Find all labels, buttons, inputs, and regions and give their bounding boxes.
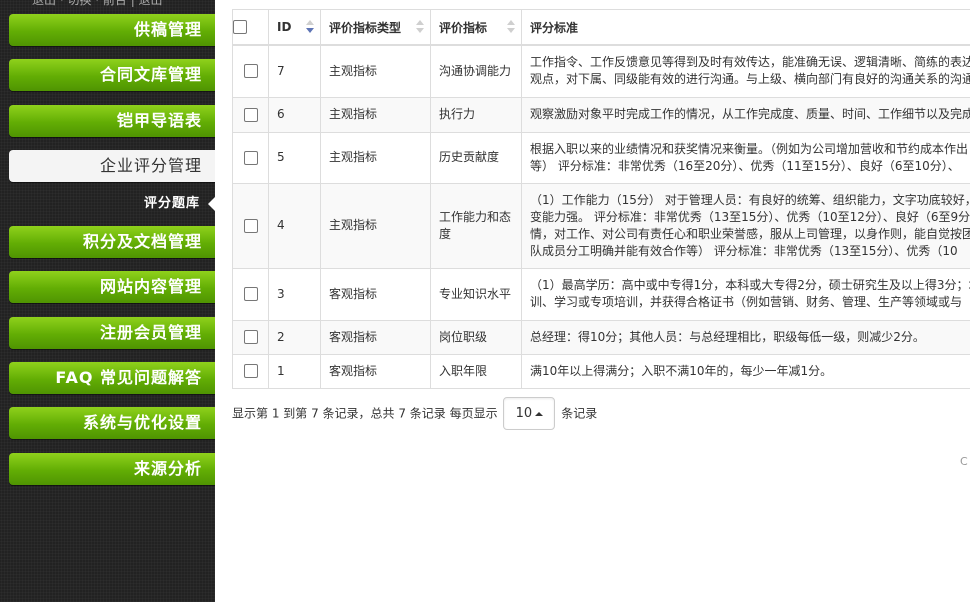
cell-indicator: 历史贡献度	[430, 131, 522, 184]
top-links[interactable]: 退出 · 切换 · 前台 | 退出	[32, 0, 163, 8]
page-size-value: 10	[515, 406, 533, 421]
pagination-suffix: 条记录	[561, 406, 598, 421]
nav-item-system-settings[interactable]: 系统与优化设置	[9, 407, 215, 439]
cell-type: 客观指标	[320, 267, 431, 321]
criteria-text: 总经理：得10分；其他人员：与总经理相比，职级每低一级，则减少2分。	[530, 329, 925, 344]
criteria-text: 根据入职以来的业绩情况和获奖情况来衡量。（例如为公司增加营收和节约成本作出等） …	[530, 141, 969, 173]
main-content: ID 评价指标类型 评价指标 评分标准 7 主观指标 沟通协调能力 工作指令、工…	[232, 0, 970, 602]
column-header-id-label: ID	[277, 20, 292, 34]
row-checkbox[interactable]	[243, 287, 258, 301]
cell-criteria: （1）最高学历：高中或中专得1分，本科或大专得2分，硕士研究生及以上得3分；培训…	[521, 267, 970, 321]
table-row[interactable]: 3 客观指标 专业知识水平 （1）最高学历：高中或中专得1分，本科或大专得2分，…	[232, 267, 970, 321]
active-pointer-icon	[208, 197, 215, 211]
select-all-checkbox[interactable]	[233, 20, 247, 35]
pagination-info: 显示第 1 到第 7 条记录，总共 7 条记录 每页显示 10 条记录	[232, 396, 597, 431]
cell-type: 主观指标	[320, 44, 431, 98]
criteria-text: （1）最高学历：高中或中专得1分，本科或大专得2分，硕士研究生及以上得3分；培训…	[530, 278, 970, 309]
cell-type: 客观指标	[320, 353, 431, 389]
nav-subitem-rating-question-bank[interactable]: 评分题库	[9, 191, 200, 217]
cell-id: 7	[268, 44, 321, 98]
cell-indicator: 专业知识水平	[430, 267, 522, 321]
table-row[interactable]: 6 主观指标 执行力 观察激励对象平时完成工作的情况，从工作完成度、质量、时间、…	[232, 96, 970, 133]
table-row[interactable]: 5 主观指标 历史贡献度 根据入职以来的业绩情况和获奖情况来衡量。（例如为公司增…	[232, 131, 970, 184]
pagination-summary: 显示第 1 到第 7 条记录，总共 7 条记录 每页显示	[232, 406, 498, 421]
criteria-text: 工作指令、工作反馈意见等得到及时有效传达，能准确无误、逻辑清晰、简练的表达观点，…	[530, 55, 970, 87]
nav-item-site-content[interactable]: 网站内容管理	[9, 271, 215, 303]
cell-indicator: 执行力	[430, 96, 522, 133]
cell-indicator: 岗位职级	[430, 319, 522, 355]
page-size-dropdown[interactable]: 10	[503, 397, 556, 430]
table-row[interactable]: 4 主观指标 工作能力和态度 （1）工作能力（15分） 对于管理人员：有良好的统…	[232, 182, 970, 269]
row-checkbox[interactable]	[243, 364, 258, 378]
table-header-row: ID 评价指标类型 评价指标 评分标准	[232, 9, 970, 46]
cell-id: 2	[268, 319, 321, 355]
nav-item-contract-library[interactable]: 合同文库管理	[9, 59, 215, 91]
table-row[interactable]: 2 客观指标 岗位职级 总经理：得10分；其他人员：与总经理相比，职级每低一级，…	[232, 319, 970, 355]
table-row[interactable]: 1 客观指标 入职年限 满10年以上得满分；入职不满10年的，每少一年减1分。	[232, 353, 970, 389]
partial-text: C	[960, 455, 968, 468]
nav-item-enterprise-rating[interactable]: 企业评分管理	[9, 150, 215, 182]
cell-id: 6	[268, 96, 321, 133]
nav-item-submission[interactable]: 供稿管理	[9, 14, 215, 46]
sort-desc-icon	[306, 20, 314, 35]
column-header-id[interactable]: ID	[268, 9, 321, 46]
cell-criteria: 工作指令、工作反馈意见等得到及时有效传达，能准确无误、逻辑清晰、简练的表达观点，…	[521, 44, 970, 98]
cell-criteria: 总经理：得10分；其他人员：与总经理相比，职级每低一级，则减少2分。	[521, 319, 970, 355]
cell-criteria: 满10年以上得满分；入职不满10年的，每少一年减1分。	[521, 353, 970, 389]
cell-indicator: 沟通协调能力	[430, 44, 522, 98]
column-header-criteria-label: 评分标准	[530, 20, 579, 35]
criteria-text: （1）工作能力（15分） 对于管理人员：有良好的统筹、组织能力，文字功底较好，变…	[530, 192, 970, 258]
cell-id: 1	[268, 353, 321, 389]
cell-type: 客观指标	[320, 319, 431, 355]
cell-criteria: 观察激励对象平时完成工作的情况，从工作完成度、质量、时间、工作细节以及完成	[521, 96, 970, 133]
nav-item-armor-guide[interactable]: 铠甲导语表	[9, 105, 215, 137]
row-checkbox[interactable]	[243, 107, 258, 122]
column-header-criteria: 评分标准	[521, 9, 970, 46]
column-header-type[interactable]: 评价指标类型	[320, 9, 431, 46]
row-checkbox[interactable]	[243, 64, 258, 79]
nav-item-members[interactable]: 注册会员管理	[9, 317, 215, 349]
column-header-indicator[interactable]: 评价指标	[430, 9, 522, 46]
sidebar: 退出 · 切换 · 前台 | 退出 供稿管理 合同文库管理 铠甲导语表 企业评分…	[0, 0, 215, 602]
nav-item-faq[interactable]: FAQ 常见问题解答	[9, 362, 215, 394]
criteria-text: 满10年以上得满分；入职不满10年的，每少一年减1分。	[530, 363, 833, 378]
cell-indicator: 入职年限	[430, 353, 522, 389]
row-checkbox[interactable]	[243, 330, 258, 344]
row-checkbox[interactable]	[243, 150, 258, 165]
select-all-header[interactable]	[232, 9, 269, 46]
nav-item-source-analysis[interactable]: 来源分析	[9, 453, 215, 485]
cell-type: 主观指标	[320, 96, 431, 133]
column-header-type-label: 评价指标类型	[329, 20, 402, 35]
nav-item-points-documents[interactable]: 积分及文档管理	[9, 226, 215, 258]
column-header-indicator-label: 评价指标	[439, 20, 488, 35]
criteria-text: 观察激励对象平时完成工作的情况，从工作完成度、质量、时间、工作细节以及完成	[530, 107, 970, 121]
cell-id: 3	[268, 267, 321, 321]
caret-up-icon	[535, 411, 544, 416]
cell-id: 5	[268, 131, 321, 184]
sort-icon	[507, 20, 515, 35]
rating-indicator-table: ID 评价指标类型 评价指标 评分标准 7 主观指标 沟通协调能力 工作指令、工…	[232, 9, 970, 389]
cell-criteria: 根据入职以来的业绩情况和获奖情况来衡量。（例如为公司增加营收和节约成本作出等） …	[521, 131, 970, 184]
table-row[interactable]: 7 主观指标 沟通协调能力 工作指令、工作反馈意见等得到及时有效传达，能准确无误…	[232, 44, 970, 98]
cell-id: 4	[268, 182, 321, 269]
cell-type: 主观指标	[320, 182, 431, 269]
sort-icon	[416, 20, 424, 35]
cell-criteria: （1）工作能力（15分） 对于管理人员：有良好的统筹、组织能力，文字功底较好，变…	[521, 182, 970, 269]
row-checkbox[interactable]	[243, 218, 258, 233]
cell-type: 主观指标	[320, 131, 431, 184]
cell-indicator: 工作能力和态度	[430, 182, 522, 269]
